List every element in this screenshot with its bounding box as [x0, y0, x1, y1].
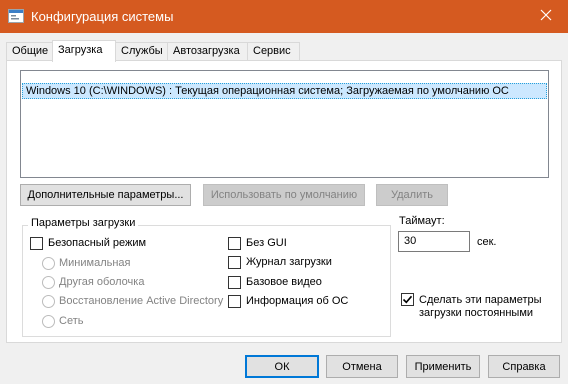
- tab-general[interactable]: Общие: [6, 42, 53, 61]
- list-item[interactable]: Windows 10 (C:\WINDOWS) : Текущая операц…: [22, 83, 547, 99]
- title-bar: Конфигурация системы: [0, 0, 568, 33]
- boot-log-checkbox[interactable]: [228, 256, 241, 269]
- base-video-checkbox[interactable]: [228, 276, 241, 289]
- tab-strip: Общие Загрузка Службы Автозагрузка Серви…: [6, 40, 562, 62]
- os-boot-info-label[interactable]: Информация об ОС: [246, 295, 348, 308]
- ok-button[interactable]: ОК: [245, 355, 319, 378]
- msconfig-icon: [8, 9, 24, 23]
- safe-mode-altshell-radio[interactable]: [42, 276, 55, 289]
- make-permanent-checkbox[interactable]: [401, 293, 414, 306]
- cancel-button[interactable]: Отмена: [326, 355, 398, 378]
- make-permanent-label-1[interactable]: Сделать эти параметры: [419, 294, 542, 307]
- checkmark-icon: [402, 295, 413, 304]
- safe-mode-minimal-label: Минимальная: [59, 257, 131, 269]
- timeout-input[interactable]: 30: [398, 231, 470, 252]
- make-permanent-label-2[interactable]: загрузки постоянными: [419, 307, 533, 320]
- close-button[interactable]: [524, 0, 568, 33]
- help-button[interactable]: Справка: [488, 355, 560, 378]
- advanced-options-button[interactable]: Дополнительные параметры...: [20, 184, 191, 206]
- close-icon: [540, 9, 552, 24]
- tab-services[interactable]: Службы: [115, 42, 168, 61]
- boot-options-label: Параметры загрузки: [28, 217, 139, 229]
- safe-boot-label[interactable]: Безопасный режим: [48, 237, 146, 250]
- safe-mode-minimal-radio[interactable]: [42, 257, 55, 270]
- os-boot-info-checkbox[interactable]: [228, 295, 241, 308]
- delete-button[interactable]: Удалить: [376, 184, 448, 206]
- no-gui-label[interactable]: Без GUI: [246, 237, 287, 250]
- os-list[interactable]: Windows 10 (C:\WINDOWS) : Текущая операц…: [20, 70, 549, 178]
- safe-mode-ad-repair-label: Восстановление Active Directory: [59, 295, 224, 307]
- safe-mode-network-radio[interactable]: [42, 315, 55, 328]
- boot-tab-panel: Windows 10 (C:\WINDOWS) : Текущая операц…: [6, 60, 562, 343]
- safe-mode-network-label: Сеть: [59, 315, 84, 327]
- boot-log-label[interactable]: Журнал загрузки: [246, 256, 332, 269]
- tab-boot[interactable]: Загрузка: [52, 40, 116, 62]
- apply-button[interactable]: Применить: [406, 355, 480, 378]
- no-gui-checkbox[interactable]: [228, 237, 241, 250]
- timeout-label: Таймаут:: [399, 215, 445, 227]
- window-title: Конфигурация системы: [31, 9, 174, 24]
- safe-mode-altshell-label: Другая оболочка: [59, 276, 145, 288]
- tab-tools[interactable]: Сервис: [247, 42, 300, 61]
- tab-startup[interactable]: Автозагрузка: [167, 42, 248, 61]
- timeout-unit: сек.: [477, 236, 497, 248]
- base-video-label[interactable]: Базовое видео: [246, 276, 322, 289]
- safe-mode-ad-repair-radio[interactable]: [42, 295, 55, 308]
- safe-boot-checkbox[interactable]: [30, 237, 43, 250]
- set-default-button[interactable]: Использовать по умолчанию: [203, 184, 365, 206]
